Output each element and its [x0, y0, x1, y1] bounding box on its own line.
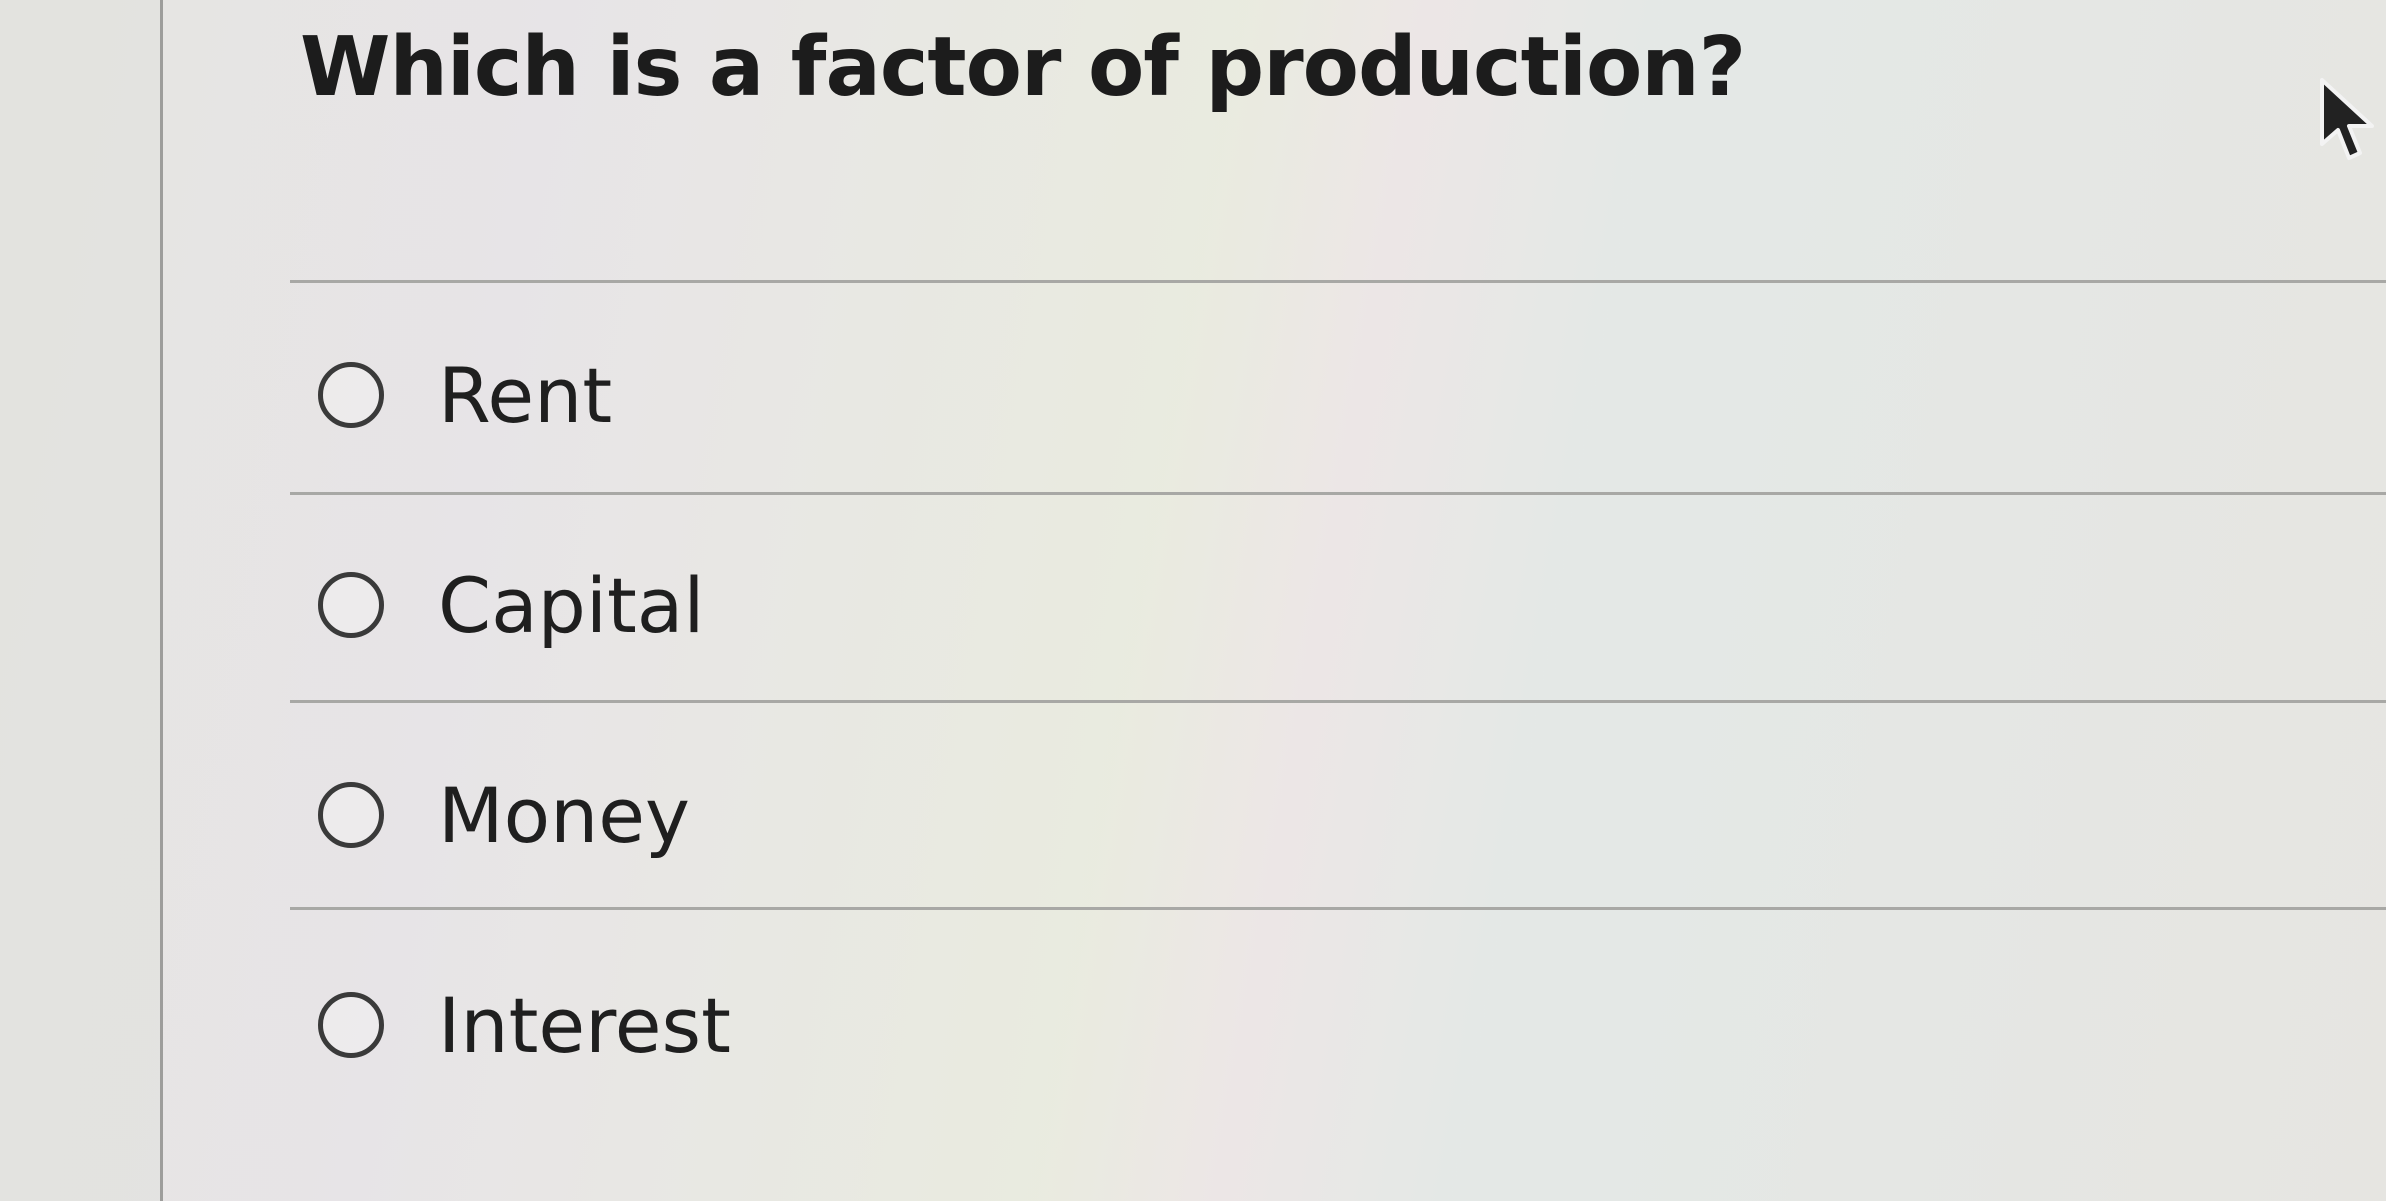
question-title: Which is a factor of production?: [300, 20, 1746, 115]
answer-option-label: Rent: [438, 350, 613, 440]
answer-option-label: Capital: [438, 560, 705, 650]
answer-option-capital[interactable]: Capital: [290, 505, 2386, 705]
answer-option-label: Interest: [438, 980, 731, 1070]
left-sidebar-panel: [0, 0, 163, 1201]
radio-unchecked-icon[interactable]: [318, 782, 384, 848]
quiz-screen: Which is a factor of production? Rent Ca…: [0, 0, 2386, 1201]
question-area: Which is a factor of production? Rent Ca…: [290, 0, 2386, 1201]
radio-unchecked-icon[interactable]: [318, 572, 384, 638]
answer-option-label: Money: [438, 770, 690, 860]
mouse-pointer-icon: [2320, 78, 2374, 160]
divider: [290, 907, 2386, 910]
answer-option-rent[interactable]: Rent: [290, 295, 2386, 495]
divider: [290, 700, 2386, 703]
answer-option-interest[interactable]: Interest: [290, 925, 2386, 1125]
radio-unchecked-icon[interactable]: [318, 362, 384, 428]
answer-option-money[interactable]: Money: [290, 715, 2386, 915]
divider: [290, 280, 2386, 283]
divider: [290, 492, 2386, 495]
radio-unchecked-icon[interactable]: [318, 992, 384, 1058]
